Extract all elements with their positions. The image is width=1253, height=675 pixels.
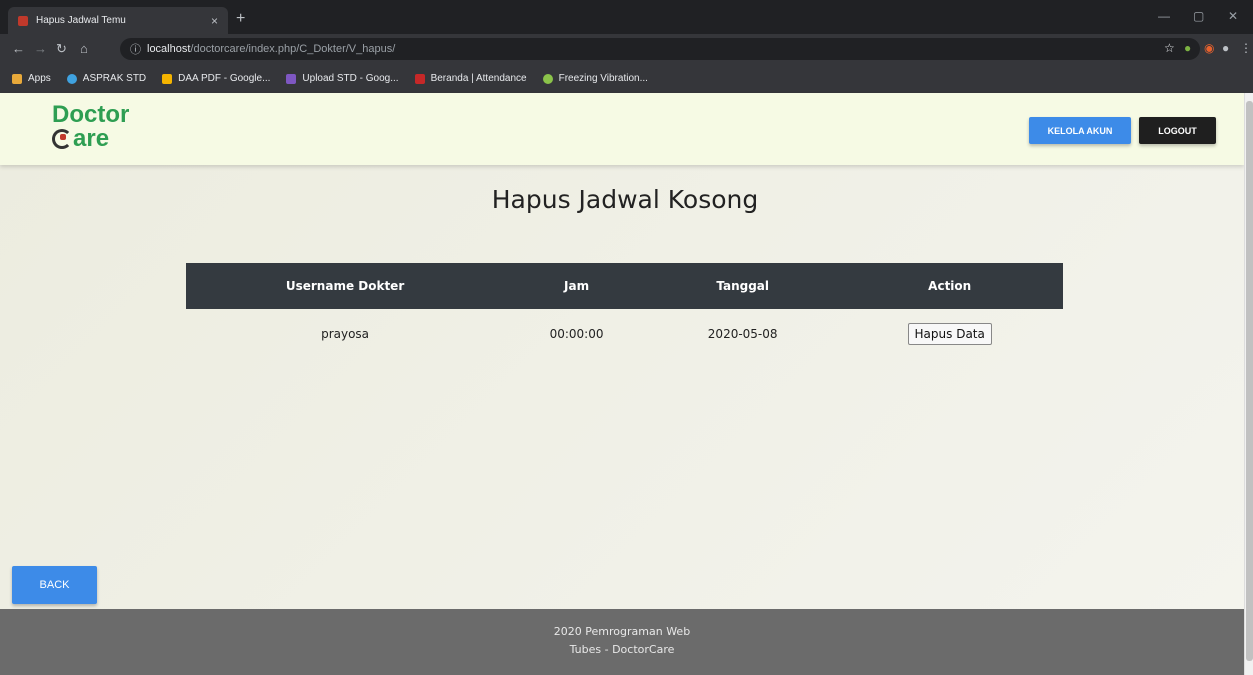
profile-avatar-icon[interactable]: ● xyxy=(1222,41,1229,55)
forward-arrow-icon[interactable]: → xyxy=(34,41,47,56)
url-path: /doctorcare/index.php/C_Dokter/V_hapus/ xyxy=(190,43,396,55)
page-scrollbar[interactable] xyxy=(1244,93,1253,675)
bookmark-favicon-icon xyxy=(414,73,425,84)
page-title: Hapus Jadwal Kosong xyxy=(491,185,759,214)
bookmark-favicon-icon xyxy=(66,73,77,84)
cell-action: Hapus Data xyxy=(836,309,1063,359)
site-favicon-icon xyxy=(18,15,28,26)
back-arrow-icon[interactable]: ← xyxy=(12,41,25,56)
bookmark-freezing[interactable]: Freezing Vibration... xyxy=(542,73,648,84)
browser-menu-icon[interactable]: ⋮ xyxy=(1240,41,1252,55)
site-header: Doctor are KELOLA AKUN LOGOUT xyxy=(0,93,1244,165)
browser-tab[interactable]: Hapus Jadwal Temu × xyxy=(8,7,228,34)
minimize-icon[interactable]: — xyxy=(1158,9,1170,23)
schedule-table: Username Dokter Jam Tanggal Action prayo… xyxy=(186,263,1063,359)
cell-username: prayosa xyxy=(321,327,370,341)
extension-2-icon[interactable]: ◉ xyxy=(1204,41,1214,55)
doctorcare-logo[interactable]: Doctor are xyxy=(52,103,129,151)
bookmark-label: Freezing Vibration... xyxy=(558,73,648,84)
browser-toolbar: ← → ↻ ⌂ ⓘ localhost /doctorcare/index.ph… xyxy=(0,34,1253,64)
bookmark-label: DAA PDF - Google... xyxy=(178,73,271,84)
bookmark-star-icon[interactable]: ☆ xyxy=(1164,41,1175,55)
reload-icon[interactable]: ↻ xyxy=(56,41,67,57)
scrollbar-thumb[interactable] xyxy=(1246,101,1253,661)
tab-close-icon[interactable]: × xyxy=(211,14,218,28)
hapus-data-button[interactable]: Hapus Data xyxy=(907,323,992,345)
apps-grid-icon xyxy=(12,73,22,84)
column-header-action: Action xyxy=(836,263,1063,309)
page-content: Doctor are KELOLA AKUN LOGOUT Hapus Jadw… xyxy=(0,93,1244,675)
column-header-jam: Jam xyxy=(504,263,649,309)
tab-title: Hapus Jadwal Temu xyxy=(36,15,126,26)
bookmark-asprak[interactable]: ASPRAK STD xyxy=(66,73,147,84)
bookmark-label: ASPRAK STD xyxy=(82,73,147,84)
bookmark-favicon-icon xyxy=(542,73,553,84)
home-icon[interactable]: ⌂ xyxy=(80,41,88,56)
logo-text-doctor: Doctor xyxy=(52,101,130,128)
cell-jam: 00:00:00 xyxy=(549,327,604,341)
info-icon[interactable]: ⓘ xyxy=(130,41,141,57)
url-host: localhost xyxy=(147,43,191,55)
bookmark-beranda[interactable]: Beranda | Attendance xyxy=(414,73,527,84)
back-button[interactable]: BACK xyxy=(12,566,97,604)
bookmark-daa-pdf[interactable]: DAA PDF - Google... xyxy=(162,73,270,84)
bookmarks-bar: Apps ASPRAK STD DAA PDF - Google... Uplo… xyxy=(0,64,1253,93)
new-tab-icon[interactable]: + xyxy=(236,10,245,28)
extension-icon[interactable]: ● xyxy=(1184,41,1191,55)
bookmark-label: Beranda | Attendance xyxy=(430,73,527,84)
logo-text-care: are xyxy=(73,125,110,152)
cell-tanggal: 2020-05-08 xyxy=(707,327,778,341)
footer-line-1: 2020 Pemrograman Web xyxy=(553,625,691,638)
stethoscope-icon xyxy=(52,129,72,149)
kelola-akun-button[interactable]: KELOLA AKUN xyxy=(1029,117,1131,144)
footer-line-2: Tubes - DoctorCare xyxy=(569,643,675,656)
window-close-icon[interactable]: ✕ xyxy=(1228,9,1238,23)
bookmark-label: Apps xyxy=(28,73,51,84)
forms-icon xyxy=(286,73,297,84)
site-footer: 2020 Pemrograman Web Tubes - DoctorCare xyxy=(0,609,1244,675)
bookmark-upload-std[interactable]: Upload STD - Goog... xyxy=(286,73,399,84)
table-row: prayosa 00:00:00 2020-05-08 Hapus Data xyxy=(186,309,1063,359)
logout-button[interactable]: LOGOUT xyxy=(1139,117,1216,144)
column-header-username: Username Dokter xyxy=(186,263,505,309)
bookmark-apps[interactable]: Apps xyxy=(12,73,51,84)
browser-tab-bar: Hapus Jadwal Temu × + — ▢ ✕ xyxy=(0,0,1253,34)
bookmark-label: Upload STD - Goog... xyxy=(302,73,399,84)
drive-icon xyxy=(162,73,173,84)
table-header-row: Username Dokter Jam Tanggal Action xyxy=(186,263,1063,309)
column-header-tanggal: Tanggal xyxy=(648,263,837,309)
address-bar[interactable]: ⓘ localhost /doctorcare/index.php/C_Dokt… xyxy=(120,38,1200,60)
maximize-icon[interactable]: ▢ xyxy=(1193,9,1204,23)
